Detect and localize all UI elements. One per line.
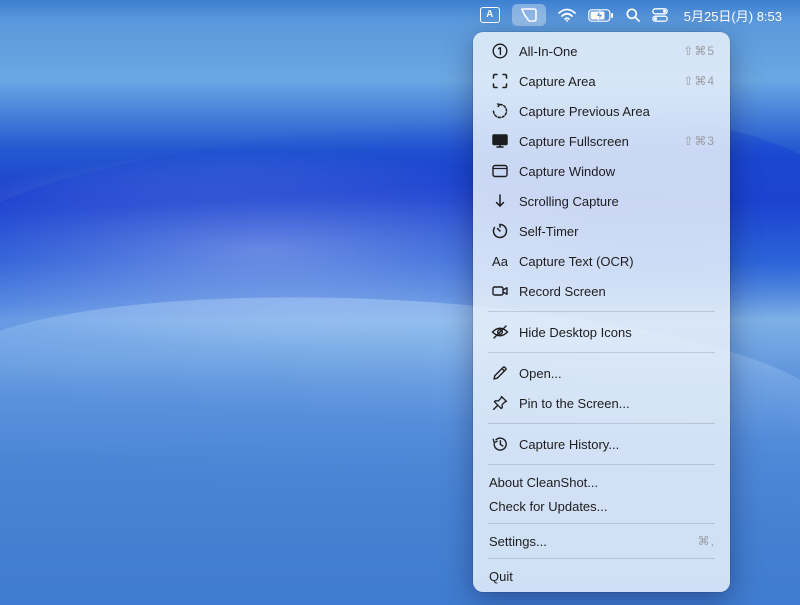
menu-item-label: Scrolling Capture — [519, 193, 619, 209]
battery-charging-icon — [587, 8, 613, 22]
video-camera-icon — [491, 282, 509, 300]
menu-separator — [488, 311, 715, 312]
battery-menu[interactable] — [587, 3, 614, 27]
control-center-menu[interactable] — [651, 3, 668, 27]
number-one-circle-icon — [491, 42, 509, 60]
menu-item-label: Capture Window — [519, 163, 616, 179]
monitor-icon — [491, 132, 509, 150]
menu-separator — [488, 464, 715, 465]
search-icon — [626, 8, 640, 22]
menu-item-label: Open... — [519, 365, 562, 381]
menu-item-open[interactable]: Open... — [473, 359, 730, 387]
menu-separator — [488, 523, 715, 524]
menu-item-self-timer[interactable]: Self-Timer — [473, 217, 730, 245]
shortcut-label: ⇧⌘3 — [683, 134, 715, 148]
menu-item-capture-previous-area[interactable]: Capture Previous Area — [473, 97, 730, 125]
window-icon — [491, 162, 509, 180]
input-source-label: A — [479, 7, 500, 23]
pin-icon — [491, 394, 509, 412]
menu-item-settings[interactable]: Settings... ⌘, — [473, 527, 730, 555]
pencil-icon — [491, 364, 509, 382]
shortcut-label: ⇧⌘5 — [683, 44, 715, 58]
menu-item-label: Capture Area — [519, 73, 596, 89]
menu-item-label: About CleanShot... — [489, 474, 599, 490]
menu-item-pin-to-screen[interactable]: Pin to the Screen... — [473, 389, 730, 417]
menu-item-label: Capture Text (OCR) — [519, 253, 634, 269]
cleanshot-menu-extra[interactable] — [511, 4, 546, 26]
menu-item-hide-desktop-icons[interactable]: Hide Desktop Icons — [473, 318, 730, 346]
control-center-icon — [651, 8, 668, 22]
shortcut-label: ⌘, — [697, 534, 715, 548]
menu-item-label: All-In-One — [519, 43, 578, 59]
menu-item-label: Pin to the Screen... — [519, 395, 630, 411]
arrow-down-icon — [491, 192, 509, 210]
shortcut-label: ⇧⌘4 — [683, 74, 715, 88]
cleanshot-dropdown-menu: All-In-One ⇧⌘5 Capture Area ⇧⌘4 Capture … — [473, 32, 730, 592]
menu-item-label: Quit — [489, 568, 513, 584]
wifi-menu[interactable] — [557, 3, 576, 27]
dashed-circle-arrow-icon — [491, 102, 509, 120]
menu-item-scrolling-capture[interactable]: Scrolling Capture — [473, 187, 730, 215]
menu-item-label: Record Screen — [519, 283, 606, 299]
menu-item-label: Check for Updates... — [489, 498, 608, 514]
menu-item-quit[interactable]: Quit — [473, 562, 730, 590]
cleanshot-icon — [520, 8, 537, 22]
menu-item-capture-window[interactable]: Capture Window — [473, 157, 730, 185]
menu-separator — [488, 423, 715, 424]
history-icon — [491, 435, 509, 453]
menu-separator — [488, 558, 715, 559]
menu-bar-clock[interactable]: 5月25日(月) 8:53 — [684, 3, 782, 27]
timer-icon — [491, 222, 509, 240]
menu-item-label: Capture History... — [519, 436, 620, 452]
menu-item-label: Settings... — [489, 533, 547, 549]
menu-separator — [488, 352, 715, 353]
menu-item-label: Capture Previous Area — [519, 103, 650, 119]
menu-item-label: Capture Fullscreen — [519, 133, 629, 149]
eye-slash-icon — [491, 323, 509, 341]
menu-item-capture-area[interactable]: Capture Area ⇧⌘4 — [473, 67, 730, 95]
wifi-icon — [557, 8, 576, 22]
dashed-square-icon — [491, 72, 509, 90]
input-source-menu[interactable]: A — [479, 3, 500, 27]
menu-item-capture-fullscreen[interactable]: Capture Fullscreen ⇧⌘3 — [473, 127, 730, 155]
menu-item-label: Hide Desktop Icons — [519, 324, 632, 340]
menu-item-label: Self-Timer — [519, 223, 579, 239]
spotlight-menu[interactable] — [626, 3, 640, 27]
menu-item-record-screen[interactable]: Record Screen — [473, 277, 730, 305]
menu-item-capture-history[interactable]: Capture History... — [473, 430, 730, 458]
menu-bar: A 5月25日(月) 8:53 — [0, 0, 800, 30]
text-aa-icon: Aa — [492, 253, 508, 269]
menu-item-all-in-one[interactable]: All-In-One ⇧⌘5 — [473, 37, 730, 65]
menu-item-capture-text-ocr[interactable]: Aa Capture Text (OCR) — [473, 247, 730, 275]
menu-item-check-for-updates[interactable]: Check for Updates... — [473, 492, 730, 520]
